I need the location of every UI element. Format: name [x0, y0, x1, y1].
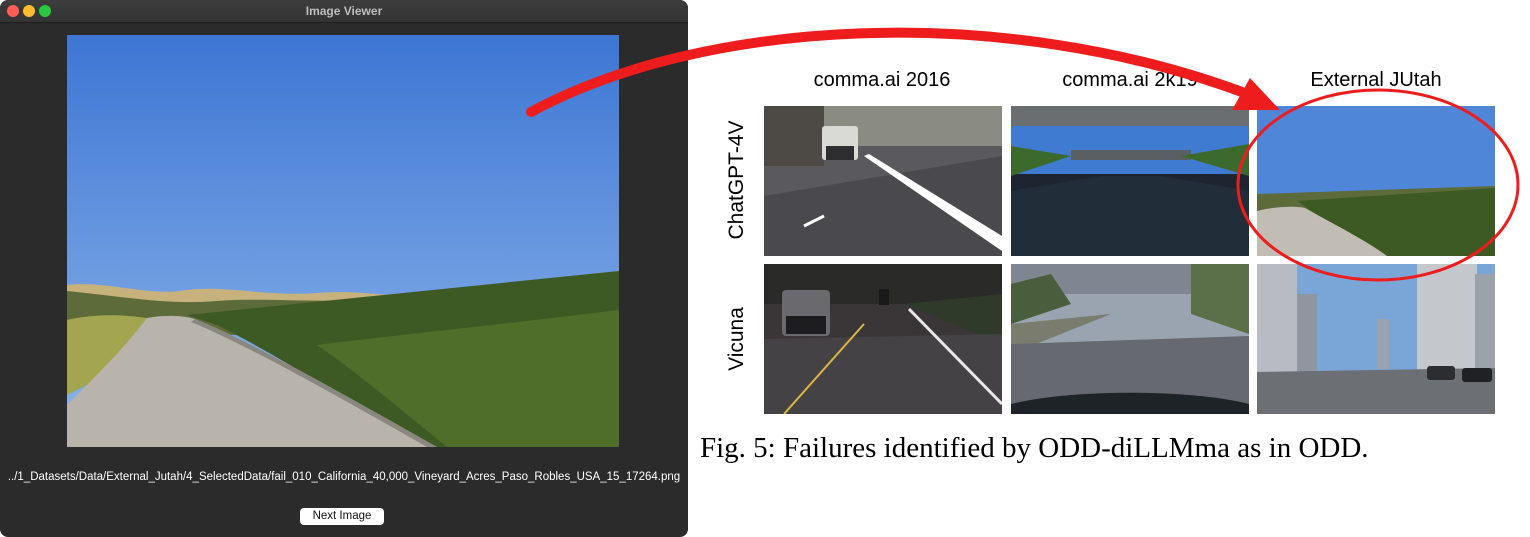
- file-path-label: ../1_Datasets/Data/External_Jutah/4_Sele…: [7, 471, 681, 483]
- figure-caption: Fig. 5: Failures identified by ODD-diLLM…: [700, 432, 1369, 464]
- column-header-comma-2016: comma.ai 2016: [813, 69, 951, 91]
- column-header-external-jutah: External JUtah: [1310, 69, 1442, 91]
- tile-vicuna-comma-2016: [764, 264, 1002, 414]
- tile-chatgpt-comma-2016: [764, 106, 1002, 256]
- tile-chatgpt-external-jutah: [1257, 106, 1495, 256]
- tile-vicuna-comma-2k19: [1011, 264, 1249, 414]
- image-viewer-window: Image Viewer ../1_Datasets/Data/External…: [0, 0, 688, 537]
- window-title: Image Viewer: [305, 4, 383, 18]
- window-titlebar: Image Viewer: [0, 0, 688, 23]
- tile-vicuna-external-jutah: [1257, 264, 1495, 414]
- tile-chatgpt-comma-2k19: [1011, 106, 1249, 256]
- next-image-button[interactable]: Next Image: [300, 508, 384, 525]
- displayed-image: [67, 35, 619, 447]
- row-label-vicuna: Vicuna: [725, 307, 748, 371]
- row-label-chatgpt: ChatGPT-4V: [725, 120, 748, 240]
- column-header-comma-2k19: comma.ai 2k19: [1062, 69, 1198, 91]
